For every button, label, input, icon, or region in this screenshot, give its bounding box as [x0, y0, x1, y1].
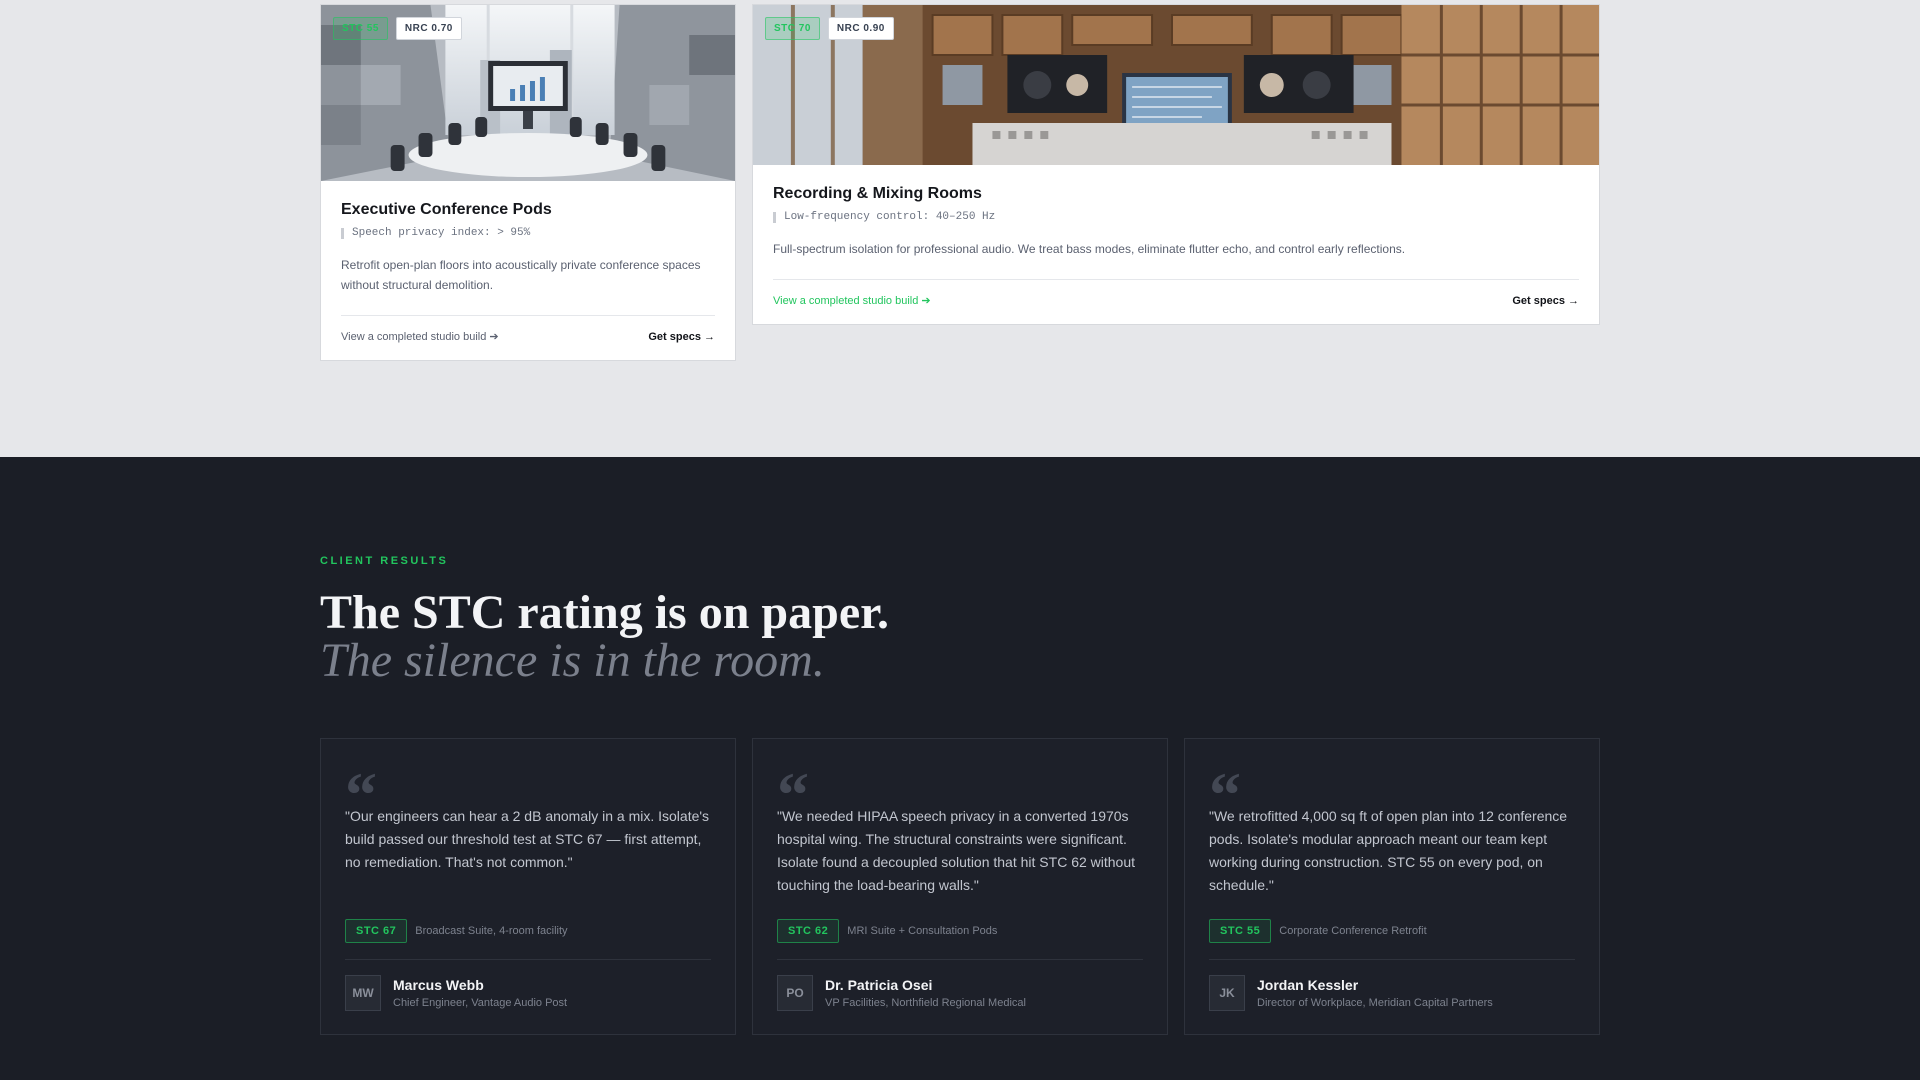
solution-card-recording: STC 70 NRC 0.90 Recording & Mixing Rooms… [752, 4, 1600, 325]
card-spec-text: Speech privacy index: > 95% [352, 227, 531, 239]
spec-bar [341, 227, 344, 239]
stc-tag: STC 55 [333, 17, 388, 40]
author-info: Jordan Kessler Director of Workplace, Me… [1257, 977, 1493, 1009]
card-title: Recording & Mixing Rooms [773, 185, 982, 202]
acoustic-tags: STC 55 NRC 0.70 [333, 17, 462, 40]
section-eyebrow: CLIENT RESULTS [320, 555, 449, 567]
spec-bar [773, 211, 776, 223]
author-role: Director of Workplace, Meridian Capital … [1257, 997, 1493, 1009]
project-label: Broadcast Suite, 4-room facility [415, 925, 568, 937]
solution-card-conference: STC 55 NRC 0.70 Executive Conference Pod… [320, 4, 736, 361]
testimonial-meta: STC 67 Broadcast Suite, 4-room facility [345, 919, 711, 943]
card-body: Executive Conference Pods Speech privacy… [321, 181, 735, 343]
divider [1209, 959, 1575, 960]
section-headline: The STC rating is on paper. [320, 586, 890, 639]
card-spec: Low-frequency control: 40–250 Hz [773, 211, 1579, 223]
testimonial-quote: "We needed HIPAA speech privacy in a con… [777, 808, 1136, 893]
avatar: PO [777, 975, 813, 1011]
studio-build-link-label: View a completed studio build [341, 331, 487, 343]
studio-build-link[interactable]: View a completed studio build ➔ [773, 294, 931, 307]
testimonial-author: MW Marcus Webb Chief Engineer, Vantage A… [345, 975, 711, 1011]
arrow-right-icon: ➔ [921, 295, 931, 307]
card-title: Executive Conference Pods [341, 201, 552, 218]
arrow-right-icon: ➔ [489, 331, 499, 343]
get-specs-link[interactable]: Get specs → [648, 331, 715, 343]
card-description: Full-spectrum isolation for professional… [773, 242, 1406, 256]
card-spec-text: Low-frequency control: 40–250 Hz [784, 211, 996, 223]
author-info: Marcus Webb Chief Engineer, Vantage Audi… [393, 977, 567, 1009]
testimonial-card: “ "Our engineers can hear a 2 dB anomaly… [320, 738, 736, 1035]
get-specs-link[interactable]: Get specs → [1512, 295, 1579, 307]
client-results-section: CLIENT RESULTS The STC rating is on pape… [0, 457, 1920, 1080]
nrc-tag: NRC 0.90 [827, 17, 894, 40]
acoustic-tags: STC 70 NRC 0.90 [765, 17, 894, 40]
stc-badge: STC 62 [777, 919, 840, 943]
card-body: Recording & Mixing Rooms Low-frequency c… [753, 165, 1599, 307]
author-role: VP Facilities, Northfield Regional Medic… [825, 997, 1026, 1009]
project-label: Corporate Conference Retrofit [1279, 925, 1427, 937]
card-footer: View a completed studio build ➔ Get spec… [341, 315, 715, 343]
author-name: Marcus Webb [393, 977, 484, 993]
divider [777, 959, 1143, 960]
project-label: MRI Suite + Consultation Pods [847, 925, 998, 937]
card-footer: View a completed studio build ➔ Get spec… [773, 279, 1579, 307]
author-role: Chief Engineer, Vantage Audio Post [393, 997, 568, 1009]
testimonial-meta: STC 62 MRI Suite + Consultation Pods [777, 919, 1143, 943]
author-info: Dr. Patricia Osei VP Facilities, Northfi… [825, 977, 1026, 1009]
testimonial-card: “ "We retrofitted 4,000 sq ft of open pl… [1184, 738, 1600, 1035]
avatar: MW [345, 975, 381, 1011]
author-name: Jordan Kessler [1257, 977, 1359, 993]
nrc-tag: NRC 0.70 [395, 17, 462, 40]
testimonial-author: PO Dr. Patricia Osei VP Facilities, Nort… [777, 975, 1143, 1011]
testimonial-author: JK Jordan Kessler Director of Workplace,… [1209, 975, 1575, 1011]
solutions-section: STC 55 NRC 0.70 Executive Conference Pod… [0, 0, 1920, 457]
avatar: JK [1209, 975, 1245, 1011]
section-subheadline: The silence is in the room. [320, 634, 825, 687]
conference-room-image: STC 55 NRC 0.70 [321, 5, 735, 181]
studio-build-link-label: View a completed studio build [773, 295, 919, 307]
card-description: Retrofit open-plan floors into acoustica… [341, 258, 701, 292]
testimonial-quote: "Our engineers can hear a 2 dB anomaly i… [345, 808, 710, 870]
stc-badge: STC 55 [1209, 919, 1272, 943]
card-spec: Speech privacy index: > 95% [341, 227, 715, 239]
testimonial-card: “ "We needed HIPAA speech privacy in a c… [752, 738, 1168, 1035]
stc-badge: STC 67 [345, 919, 408, 943]
author-name: Dr. Patricia Osei [825, 977, 933, 993]
studio-build-link[interactable]: View a completed studio build ➔ [341, 330, 499, 343]
stc-tag: STC 70 [765, 17, 820, 40]
recording-studio-image: STC 70 NRC 0.90 [753, 5, 1599, 165]
divider [345, 959, 711, 960]
testimonial-meta: STC 55 Corporate Conference Retrofit [1209, 919, 1575, 943]
testimonial-quote: "We retrofitted 4,000 sq ft of open plan… [1209, 808, 1568, 893]
